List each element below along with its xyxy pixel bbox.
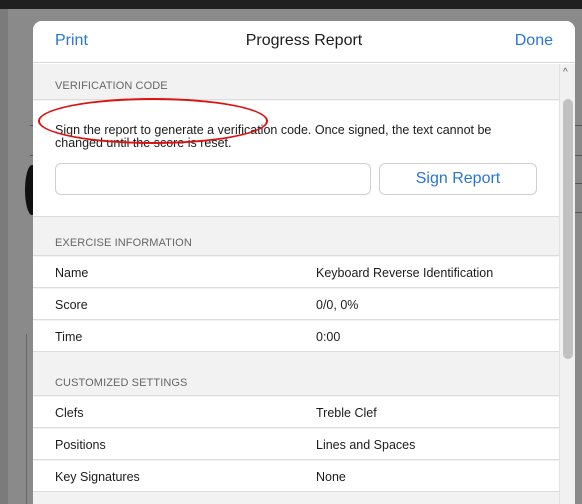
- table-row: Time 0:00: [33, 321, 559, 352]
- page-edge: [26, 334, 27, 504]
- vertical-scrollbar[interactable]: ^: [559, 64, 575, 504]
- table-row: Key Signatures None: [33, 461, 559, 492]
- section-header-verification: VERIFICATION CODE: [33, 64, 559, 100]
- row-value: 0:00: [316, 330, 341, 344]
- row-value: None: [316, 470, 346, 484]
- progress-report-dialog: Print Progress Report Done VERIFICATION …: [33, 21, 575, 504]
- sign-report-button[interactable]: Sign Report: [379, 163, 537, 195]
- row-value: Keyboard Reverse Identification: [316, 266, 494, 280]
- red-highlight-ellipse: [38, 98, 268, 144]
- dialog-header: Print Progress Report Done: [33, 21, 575, 63]
- section-header-settings: CUSTOMIZED SETTINGS: [33, 353, 559, 396]
- row-label: Score: [55, 298, 88, 312]
- table-row: Name Keyboard Reverse Identification: [33, 257, 559, 288]
- verification-code-field[interactable]: [55, 163, 371, 195]
- row-label: Name: [55, 266, 89, 280]
- table-row: Score 0/0, 0%: [33, 289, 559, 320]
- row-value: Treble Clef: [316, 406, 377, 420]
- row-value: 0/0, 0%: [316, 298, 359, 312]
- top-bar: [0, 0, 582, 9]
- row-label: Clefs: [55, 406, 84, 420]
- section-header-exercise: EXERCISE INFORMATION: [33, 218, 559, 256]
- scroll-up-icon[interactable]: ^: [563, 67, 568, 78]
- table-row: Positions Lines and Spaces: [33, 429, 559, 460]
- done-button[interactable]: Done: [515, 32, 553, 50]
- row-label: Key Signatures: [55, 470, 140, 484]
- dialog-title: Progress Report: [245, 32, 363, 49]
- row-label: Time: [55, 330, 83, 344]
- row-label: Positions: [55, 438, 106, 452]
- scroll-thumb[interactable]: [563, 99, 573, 359]
- table-row: Clefs Treble Clef: [33, 397, 559, 428]
- row-value: Lines and Spaces: [316, 438, 416, 452]
